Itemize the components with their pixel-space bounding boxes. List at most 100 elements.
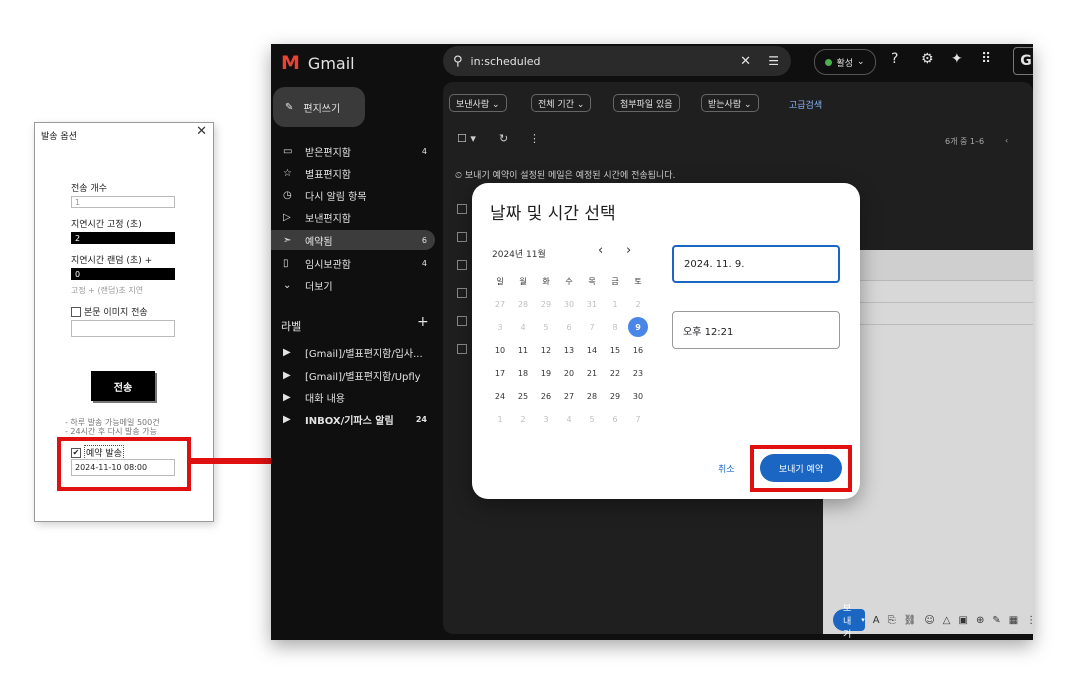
calendar-day[interactable]: 22 [605,363,625,383]
advanced-search-link[interactable]: 고급검색 [789,98,822,111]
calendar-day[interactable]: 29 [605,386,625,406]
help-icon[interactable]: ? [891,51,898,67]
send-button[interactable]: 전송 [91,371,155,401]
calendar-day[interactable]: 12 [536,340,556,360]
calendar-day[interactable]: 7 [628,409,648,429]
calendar-day[interactable]: 17 [490,363,510,383]
compose-send-button[interactable]: 보내기 [833,604,862,640]
row-checkbox[interactable] [457,316,467,326]
calendar-day[interactable]: 1 [490,409,510,429]
filter-attachment-chip[interactable]: 첨부파일 있음 [613,94,680,112]
checkbox-box[interactable] [71,306,81,317]
search-bar[interactable]: ⚲ in:scheduled ✕ ☰ [443,46,791,76]
calendar-day[interactable]: 5 [536,317,556,337]
calendar-day[interactable]: 1 [605,294,625,314]
calendar-day[interactable]: 30 [559,294,579,314]
label-item[interactable]: ▶ INBOX/기파스 알림 24 [271,409,435,429]
calendar-day[interactable]: 29 [536,294,556,314]
nav-item-snoozed[interactable]: ◷ 다시 알림 항목 [271,185,435,205]
filter-date-chip[interactable]: 전체 기간 ⌄ [531,94,592,112]
nav-item-starred[interactable]: ☆ 별표편지함 [271,163,435,183]
calendar-day[interactable]: 2 [513,409,533,429]
send-options-dropdown[interactable]: ▾ [861,609,865,631]
calendar-day[interactable]: 19 [536,363,556,383]
calendar-day[interactable]: 7 [582,317,602,337]
image-send-checkbox[interactable]: 본문 이미지 전송 [71,305,148,318]
calendar-day[interactable]: 30 [628,386,648,406]
label-item[interactable]: ▶ [Gmail]/별표편지함/Upfly [271,365,435,385]
calendar-day[interactable]: 23 [628,363,648,383]
row-checkbox[interactable] [457,204,467,214]
compose-button[interactable]: ✎ 편지쓰기 [273,87,365,127]
calendar-day[interactable]: 20 [559,363,579,383]
calendar-day[interactable]: 21 [582,363,602,383]
photo-icon[interactable]: ▣ [958,615,967,626]
calendar-day[interactable]: 8 [605,317,625,337]
calendar-day[interactable]: 28 [582,386,602,406]
calendar-day[interactable]: 26 [536,386,556,406]
status-button[interactable]: 활성 ⌄ [814,49,876,75]
filter-to-chip[interactable]: 받는사람 ⌄ [701,94,759,112]
calendar-day[interactable]: 3 [536,409,556,429]
attach-icon[interactable]: ⎘ [888,615,896,626]
nav-item-inbox[interactable]: ▭ 받은편지함 4 [271,141,435,161]
add-label-icon[interactable]: + [417,314,429,330]
calendar-day[interactable]: 4 [513,317,533,337]
fixed-delay-input[interactable]: 2 [71,232,175,244]
more-options-icon[interactable]: ⋮ [529,132,540,145]
calendar-day[interactable]: 27 [559,386,579,406]
row-checkbox[interactable] [457,260,467,270]
nav-item-sent[interactable]: ▷ 보낸편지함 [271,207,435,227]
random-delay-input[interactable]: 0 [71,268,175,280]
nav-item-more[interactable]: ⌄ 더보기 [271,275,435,295]
link-icon[interactable]: ⛓ [904,615,917,626]
prev-month-icon[interactable]: ‹ [598,243,603,258]
calendar-day[interactable]: 2 [628,294,648,314]
row-checkbox[interactable] [457,344,467,354]
calendar-day[interactable]: 24 [490,386,510,406]
filter-from-chip[interactable]: 보낸사람 ⌄ [449,94,507,112]
label-item[interactable]: ▶ 대화 내용 [271,387,435,407]
calendar-day[interactable]: 9 [628,317,648,337]
next-month-icon[interactable]: › [626,243,631,258]
time-input[interactable]: 오후 12:21 [672,311,840,349]
search-icon[interactable]: ⚲ [453,54,463,69]
apps-grid-icon[interactable]: ⠿ [981,51,991,67]
close-icon[interactable]: ✕ [196,125,207,139]
calendar-icon[interactable]: ▦ [1009,615,1018,626]
date-input[interactable]: 2024. 11. 9. [672,245,840,283]
calendar-day[interactable]: 11 [513,340,533,360]
format-text-icon[interactable]: A [873,615,880,626]
calendar-day[interactable]: 3 [490,317,510,337]
signature-icon[interactable]: ✎ [992,615,1000,626]
nav-item-drafts[interactable]: ▯ 임시보관함 4 [271,253,435,273]
sparkle-icon[interactable]: ✦ [951,51,963,67]
gmail-logo[interactable]: M Gmail [281,52,355,74]
clear-search-icon[interactable]: ✕ [740,54,751,69]
calendar-day[interactable]: 6 [605,409,625,429]
refresh-icon[interactable]: ↻ [499,132,508,145]
calendar-day[interactable]: 15 [605,340,625,360]
prev-page-icon[interactable]: ‹ [1005,136,1008,145]
search-options-icon[interactable]: ☰ [768,54,779,68]
calendar-day[interactable]: 25 [513,386,533,406]
search-input[interactable]: in:scheduled [471,55,541,68]
calendar-day[interactable]: 5 [582,409,602,429]
label-item[interactable]: ▶ [Gmail]/별표편지함/입사... [271,342,435,362]
calendar-day[interactable]: 10 [490,340,510,360]
lock-icon[interactable]: ⊕ [976,615,984,626]
calendar-day[interactable]: 31 [582,294,602,314]
select-all-checkbox[interactable]: ☐ ▾ [457,132,476,145]
image-input[interactable] [71,320,175,337]
calendar-day[interactable]: 18 [513,363,533,383]
account-icon[interactable]: G [1013,47,1033,75]
gear-icon[interactable]: ⚙ [921,51,934,67]
cancel-button[interactable]: 취소 [718,462,735,475]
emoji-icon[interactable]: ☺ [924,615,934,626]
calendar-day[interactable]: 16 [628,340,648,360]
row-checkbox[interactable] [457,232,467,242]
calendar-day[interactable]: 27 [490,294,510,314]
calendar-day[interactable]: 13 [559,340,579,360]
calendar-day[interactable]: 14 [582,340,602,360]
send-count-input[interactable]: 1 [71,196,175,208]
